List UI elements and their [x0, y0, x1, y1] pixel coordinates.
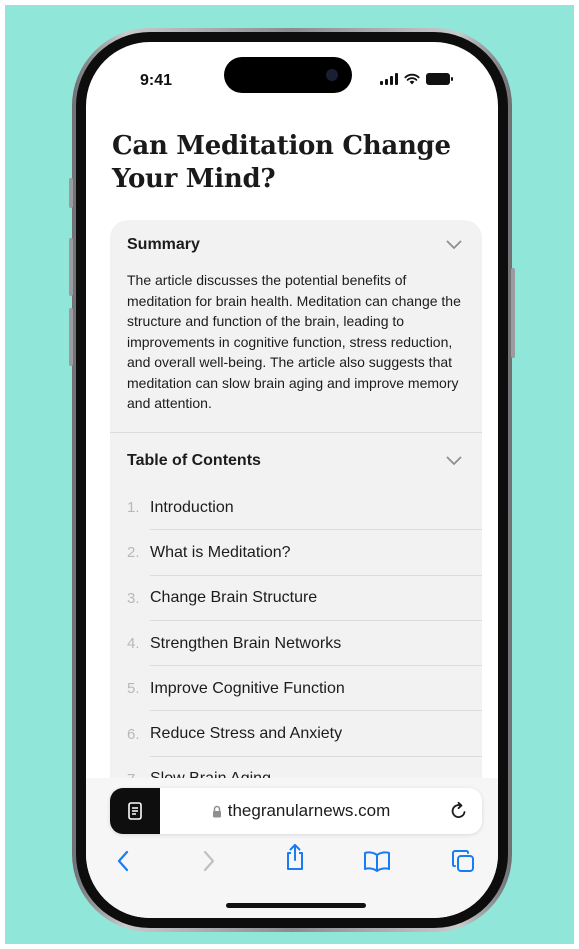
address-bar[interactable]: thegranularnews.com — [110, 788, 482, 834]
tabs-icon — [452, 850, 474, 872]
summary-title: Summary — [127, 236, 200, 253]
reader-summary-panel: Summary The article discusses the potent… — [110, 220, 482, 840]
tabs-button[interactable] — [448, 846, 478, 876]
toc-item-reduce-stress[interactable]: 6. Reduce Stress and Anxiety — [110, 711, 482, 758]
toc-item-what-is-meditation[interactable]: 2. What is Meditation? — [110, 530, 482, 576]
toc-item-label: Improve Cognitive Function — [150, 679, 345, 697]
toc-item-number: 6. — [127, 725, 140, 743]
front-camera — [326, 69, 338, 81]
toc-item-label: Introduction — [150, 498, 234, 516]
article-title: Can Meditation Change Your Mind? — [112, 131, 451, 194]
share-icon — [287, 844, 303, 870]
power-button — [511, 268, 515, 358]
summary-text: The article discusses the potential bene… — [127, 272, 461, 411]
toc-item-number: 3. — [127, 589, 140, 607]
status-time: 9:41 — [140, 72, 173, 89]
back-button[interactable] — [108, 846, 138, 876]
phone-frame: 9:41 Can Meditation Change Your Mind? Su… — [69, 28, 515, 932]
reader-icon — [128, 802, 142, 820]
reload-icon[interactable] — [448, 800, 470, 822]
toc-item-label: Strengthen Brain Networks — [150, 634, 342, 652]
volume-down-button — [69, 308, 73, 366]
toc-title: Table of Contents — [127, 452, 261, 469]
toc-item-number: 4. — [127, 635, 140, 653]
wifi-icon — [404, 73, 420, 85]
toc-item-number: 1. — [127, 499, 140, 517]
toc-list: 1. Introduction 2. What is Meditation? 3… — [110, 485, 482, 802]
toc-item-label: What is Meditation? — [150, 543, 291, 561]
volume-up-button — [69, 238, 73, 296]
screen: 9:41 Can Meditation Change Your Mind? Su… — [86, 42, 498, 918]
toc-item-strengthen-brain-networks[interactable]: 4. Strengthen Brain Networks — [110, 621, 482, 667]
toc-item-introduction[interactable]: 1. Introduction — [110, 485, 482, 531]
share-button[interactable] — [280, 842, 310, 872]
lock-icon — [212, 805, 221, 817]
toc-item-change-brain-structure[interactable]: 3. Change Brain Structure — [110, 576, 482, 622]
phone-bezel: 9:41 Can Meditation Change Your Mind? Su… — [76, 32, 508, 928]
forward-button[interactable] — [194, 846, 224, 876]
toc-item-number: 5. — [127, 680, 140, 698]
status-icons — [380, 73, 453, 85]
reader-button[interactable] — [110, 788, 160, 834]
toc-item-improve-cognitive-function[interactable]: 5. Improve Cognitive Function — [110, 666, 482, 712]
cellular-signal-icon — [380, 73, 398, 85]
dynamic-island — [224, 57, 352, 93]
chevron-down-icon[interactable] — [446, 456, 462, 466]
summary-header[interactable]: Summary — [127, 236, 462, 254]
browser-toolbar — [86, 844, 498, 882]
toc-header[interactable]: Table of Contents — [127, 452, 462, 470]
toc-item-number: 2. — [127, 544, 140, 562]
battery-icon — [426, 73, 453, 85]
book-icon — [364, 851, 390, 872]
toc-item-label: Reduce Stress and Anxiety — [150, 725, 343, 743]
chevron-right-icon — [203, 850, 215, 872]
url-display[interactable]: thegranularnews.com — [170, 788, 432, 834]
section-divider — [110, 432, 482, 433]
home-indicator — [226, 903, 366, 908]
status-bar: 9:41 — [86, 42, 498, 102]
url-text: thegranularnews.com — [227, 801, 391, 820]
browser-bottom-bar: thegranularnews.com — [86, 778, 498, 918]
chevron-down-icon[interactable] — [446, 240, 462, 250]
bookmarks-button[interactable] — [362, 846, 392, 876]
action-button — [69, 178, 73, 208]
toc-item-label: Change Brain Structure — [150, 589, 318, 607]
chevron-left-icon — [117, 850, 129, 872]
